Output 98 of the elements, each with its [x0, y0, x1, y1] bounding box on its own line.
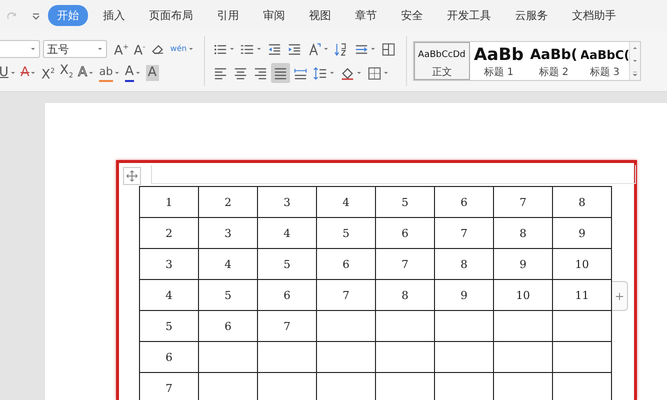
caret-icon — [114, 70, 120, 76]
gridlines-icon — [380, 42, 396, 56]
caret-icon — [328, 70, 335, 76]
caret-icon — [88, 70, 94, 76]
decrease-indent-icon — [266, 42, 282, 56]
font-button[interactable]: X$_{2}$ — [58, 63, 76, 83]
table-cell-text: 8 — [578, 196, 586, 208]
style-preset[interactable]: AaBb( 标题 2 — [528, 42, 580, 80]
caret-icon — [97, 46, 103, 52]
menu-tab[interactable]: 章节 — [346, 5, 386, 26]
table-cell-text: 4 — [342, 196, 350, 208]
table-cell-text: 9 — [460, 288, 468, 302]
table-cell-text: 7 — [284, 320, 290, 332]
table-cell-text: 3 — [284, 196, 290, 208]
table-cell-text: 5 — [402, 196, 408, 208]
menu-tab[interactable]: 开发工具 — [438, 5, 500, 26]
increase-indent-icon — [286, 42, 302, 56]
table-cell-text: 8 — [402, 288, 408, 302]
align-right-icon — [252, 66, 268, 80]
character-shading-button[interactable]: A — [144, 63, 161, 83]
table-cell-text: 6 — [402, 226, 408, 240]
font-name-field[interactable] — [0, 40, 40, 58]
font-size-field[interactable]: 五号 — [43, 40, 107, 58]
menu-tab[interactable]: 审阅 — [254, 5, 294, 26]
font-color-button[interactable]: A — [122, 63, 143, 83]
table-cell-text: 2 — [166, 226, 172, 240]
table-cell-text: 8 — [460, 258, 468, 270]
underline-button[interactable]: U — [0, 63, 18, 83]
font-button[interactable]: X$^{2}$ — [39, 63, 57, 83]
table-cell-text: 7 — [166, 382, 172, 394]
caret-icon — [188, 46, 194, 52]
caret-icon — [228, 46, 235, 52]
caret-icon — [134, 70, 141, 76]
table-cell-text: 6 — [460, 196, 468, 208]
font-button[interactable]: A$^{-}$ — [132, 39, 148, 59]
table-cell-text: 6 — [224, 320, 232, 332]
line-spacing-icon — [312, 66, 328, 80]
table-cell-text: 6 — [342, 258, 350, 270]
table-cell-text: 7 — [520, 196, 526, 208]
caret-icon — [256, 46, 262, 52]
shading-icon — [340, 66, 355, 80]
caret-icon — [10, 70, 16, 76]
justify-icon — [272, 66, 288, 80]
table-cell-text: 11 — [575, 288, 589, 302]
table-cell-text: 6 — [166, 350, 172, 364]
table-cell-text: 4 — [224, 258, 232, 270]
align-center-icon — [232, 66, 248, 80]
align-left-icon — [212, 66, 228, 80]
borders-icon — [366, 66, 382, 80]
font-button[interactable]: A$^{+}$ — [112, 39, 131, 59]
table-cell-text: 1 — [166, 196, 172, 208]
move-handle-icon[interactable] — [123, 167, 141, 185]
table-cell-text: 4 — [166, 288, 172, 302]
phonetic-guide-button[interactable]: wén — [168, 39, 196, 59]
up-arrow-icon — [632, 45, 638, 52]
strikethrough-button[interactable]: A — [18, 63, 38, 83]
table-cell-text: 3 — [166, 258, 172, 270]
add-column-button[interactable] — [612, 281, 628, 311]
sort-icon — [334, 42, 349, 56]
table-cell-text: 6 — [284, 288, 290, 302]
highlight-button[interactable]: ab — [97, 63, 122, 83]
table-cell-text: 2 — [224, 196, 232, 208]
menu-tab[interactable]: 页面布局 — [140, 5, 202, 26]
chinese-layout-icon — [306, 42, 322, 56]
down-arrow-icon — [632, 58, 638, 64]
table-cell-text: 10 — [575, 258, 589, 270]
table-cell-text: 7 — [342, 288, 350, 302]
menu-tab[interactable]: 引用 — [208, 5, 248, 26]
table-cell-text: 4 — [284, 226, 290, 240]
caret-icon — [356, 70, 362, 76]
menu-tab[interactable]: 插入 — [94, 5, 134, 26]
table-cell-text: 5 — [166, 320, 172, 332]
style-preset[interactable]: AaBbCcDd 正文 — [414, 42, 470, 80]
caret-icon — [30, 46, 36, 52]
table-cell-text: 5 — [342, 226, 350, 240]
menu-tab[interactable]: 云服务 — [506, 5, 557, 26]
plus-icon — [615, 292, 624, 300]
table-cell-text: 7 — [460, 226, 468, 240]
table-cell-text: 3 — [224, 226, 232, 240]
menu-tab[interactable]: 文档助手 — [563, 5, 625, 26]
scroll-up-button[interactable] — [630, 42, 640, 55]
justify-button[interactable] — [270, 63, 290, 83]
down-arrow-icon — [632, 70, 638, 77]
table-cell-text: 5 — [224, 288, 232, 302]
style-preset[interactable]: AaBb 标题 1 — [470, 42, 528, 80]
table-cell-text: 9 — [520, 258, 526, 270]
table-cell-text: 8 — [520, 226, 526, 240]
table-cell-text: 7 — [402, 258, 408, 270]
table-cell-text: 5 — [284, 258, 290, 270]
table-cell-text: 10 — [516, 288, 530, 302]
menu-tab[interactable]: 视图 — [300, 5, 340, 26]
caret-icon — [30, 70, 36, 76]
more-styles-button[interactable] — [630, 67, 640, 80]
menu-tab[interactable]: 安全 — [392, 5, 432, 26]
caret-icon — [382, 70, 389, 76]
caret-icon — [370, 46, 376, 52]
caret-icon — [322, 46, 329, 52]
table-cell-text: 9 — [578, 226, 586, 240]
